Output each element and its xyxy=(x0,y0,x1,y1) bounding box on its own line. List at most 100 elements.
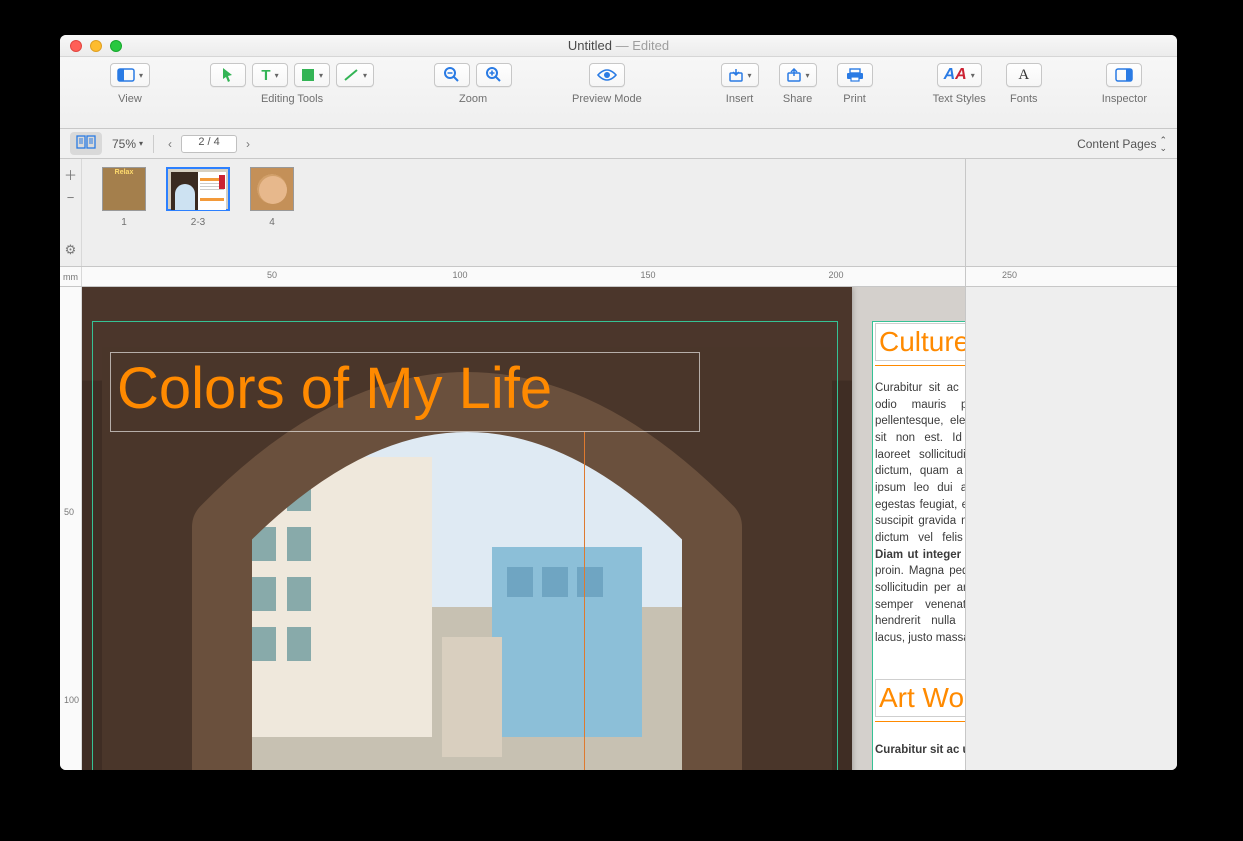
zoom-out-icon xyxy=(444,67,460,83)
inspector-panel: 250 xyxy=(966,159,1177,770)
zoom-in-button[interactable] xyxy=(476,63,512,87)
gear-icon: ⚙ xyxy=(65,242,77,257)
add-page-button[interactable]: ＋ xyxy=(64,165,77,184)
section-2-bold: Curabitur sit ac ut, xyxy=(875,744,965,756)
text-styles-button[interactable]: AA ▾ xyxy=(937,63,982,87)
fonts-button[interactable]: A xyxy=(1006,63,1042,87)
text-tool-button[interactable]: T▾ xyxy=(252,63,288,87)
left-column: ＋ − ⚙ Relax 1 xyxy=(60,159,966,770)
page-2-center-guide xyxy=(584,432,585,770)
window-title: Untitled — Edited xyxy=(60,38,1177,53)
section-2-body[interactable]: Curabitur sit ac ut, adipiscing tincidun… xyxy=(875,742,965,759)
insert-label: Insert xyxy=(726,93,754,105)
page-2[interactable]: Colors of My Life xyxy=(82,287,852,770)
zoom-out-button[interactable] xyxy=(434,63,470,87)
window-status: — Edited xyxy=(616,38,669,53)
section-2-title[interactable]: Art Works xyxy=(875,679,965,717)
section-1-rule xyxy=(875,365,965,366)
section-1-body[interactable]: Curabitur sit ac ut, adipiscing tincidun… xyxy=(875,380,965,647)
inspector-button[interactable] xyxy=(1106,63,1142,87)
inspector-icon xyxy=(1115,68,1133,82)
text-styles-label: Text Styles xyxy=(933,93,986,105)
spread-view-button[interactable] xyxy=(70,132,102,155)
headline-text-frame[interactable]: Colors of My Life xyxy=(110,352,700,432)
zoom-label: Zoom xyxy=(459,93,487,105)
fonts-label: Fonts xyxy=(1010,93,1038,105)
print-button[interactable] xyxy=(837,63,873,87)
zoom-value: 75% xyxy=(112,137,136,151)
shape-icon xyxy=(301,68,315,82)
ruler-tick: 250 xyxy=(1002,270,1017,280)
remove-page-button[interactable]: − xyxy=(67,190,75,205)
section-1-title[interactable]: Culture xyxy=(875,323,965,361)
section-2-rule xyxy=(875,721,965,722)
updown-icon: ⌃⌄ xyxy=(1159,136,1167,152)
toolbar: ▾ View T▾ ▾ xyxy=(60,57,1177,129)
preview-label: Preview Mode xyxy=(572,93,642,105)
insert-button[interactable]: ▾ xyxy=(721,63,759,87)
print-label: Print xyxy=(843,93,866,105)
chevron-down-icon: ▾ xyxy=(139,139,143,148)
content-pages-dropdown[interactable]: Content Pages ⌃⌄ xyxy=(1077,136,1167,152)
prev-page-button[interactable]: ‹ xyxy=(164,137,176,151)
preview-icon xyxy=(596,68,618,82)
line-tool-button[interactable]: ▾ xyxy=(336,63,374,87)
section-1-bold: Diam ut integer lorem vestibulum xyxy=(875,549,965,561)
text-tool-icon: T xyxy=(261,67,270,84)
zoom-level-dropdown[interactable]: 75% ▾ xyxy=(112,137,143,151)
ruler-tick: 50 xyxy=(64,507,74,517)
ruler-tick: 100 xyxy=(452,270,467,280)
shape-tool-button[interactable]: ▾ xyxy=(294,63,330,87)
text-styles-icon: AA xyxy=(944,66,967,84)
preview-button[interactable] xyxy=(589,63,625,87)
thumb-2-3-label: 2-3 xyxy=(191,217,205,228)
next-page-button[interactable]: › xyxy=(242,137,254,151)
ruler-row: mm 50 100 150 200 xyxy=(60,267,965,287)
main-area: ＋ − ⚙ Relax 1 xyxy=(60,159,1177,770)
vertical-ruler: 50 100 xyxy=(60,287,82,770)
editing-tools-label: Editing Tools xyxy=(261,93,323,105)
view-icon xyxy=(117,68,135,82)
section-1-body-a: Curabitur sit ac ut, adipiscing tincidun… xyxy=(875,382,965,544)
thumb-1-label: 1 xyxy=(121,217,127,228)
canvas[interactable]: Colors of My Life Culture C xyxy=(82,287,965,770)
ruler-unit: mm xyxy=(60,267,82,286)
pointer-tool-button[interactable] xyxy=(210,63,246,87)
book-icon xyxy=(76,135,96,149)
fonts-icon: A xyxy=(1018,67,1029,84)
share-label: Share xyxy=(783,93,812,105)
thumb-4-label: 4 xyxy=(269,217,275,228)
inspector-label: Inspector xyxy=(1102,93,1147,105)
page-3[interactable]: Culture Curabitur sit ac ut, adipiscing … xyxy=(872,321,965,770)
thumbnail-2-3[interactable]: 2-3 xyxy=(166,167,230,228)
page-nav-bar: 75% ▾ ‹ 2 / 4 › Content Pages ⌃⌄ xyxy=(60,129,1177,159)
thumb-settings-button[interactable]: ⚙ xyxy=(65,242,77,258)
thumbnail-4[interactable]: 4 xyxy=(250,167,294,228)
thumbnails: Relax 1 2-3 4 xyxy=(82,159,965,266)
ruler-tick: 150 xyxy=(640,270,655,280)
ruler-tick: 50 xyxy=(267,270,277,280)
thumb-controls: ＋ − ⚙ xyxy=(60,159,82,266)
thumbnail-strip: ＋ − ⚙ Relax 1 xyxy=(60,159,965,267)
print-icon xyxy=(846,68,864,82)
thumbnail-1[interactable]: Relax 1 xyxy=(102,167,146,228)
ruler-tick: 100 xyxy=(64,695,79,705)
section-1-body-b: cum proin. Magna pede ante nibh, a ultri… xyxy=(875,549,965,644)
pointer-icon xyxy=(221,67,235,83)
view-label: View xyxy=(118,93,142,105)
window-title-text: Untitled xyxy=(568,38,612,53)
app-window: Untitled — Edited ▾ View xyxy=(60,35,1177,770)
page-indicator-value: 2 / 4 xyxy=(198,136,219,148)
view-button[interactable]: ▾ xyxy=(110,63,150,87)
thumb-1-text: Relax xyxy=(103,169,145,176)
page-indicator-field[interactable]: 2 / 4 xyxy=(181,135,237,153)
horizontal-ruler: 50 100 150 200 xyxy=(82,267,965,286)
canvas-wrap: 50 100 xyxy=(60,287,965,770)
content-pages-label: Content Pages xyxy=(1077,137,1156,151)
zoom-in-icon xyxy=(486,67,502,83)
headline-text[interactable]: Colors of My Life xyxy=(111,353,699,424)
share-icon xyxy=(786,68,802,82)
ruler-tick: 200 xyxy=(828,270,843,280)
insert-icon xyxy=(728,68,744,82)
share-button[interactable]: ▾ xyxy=(779,63,817,87)
